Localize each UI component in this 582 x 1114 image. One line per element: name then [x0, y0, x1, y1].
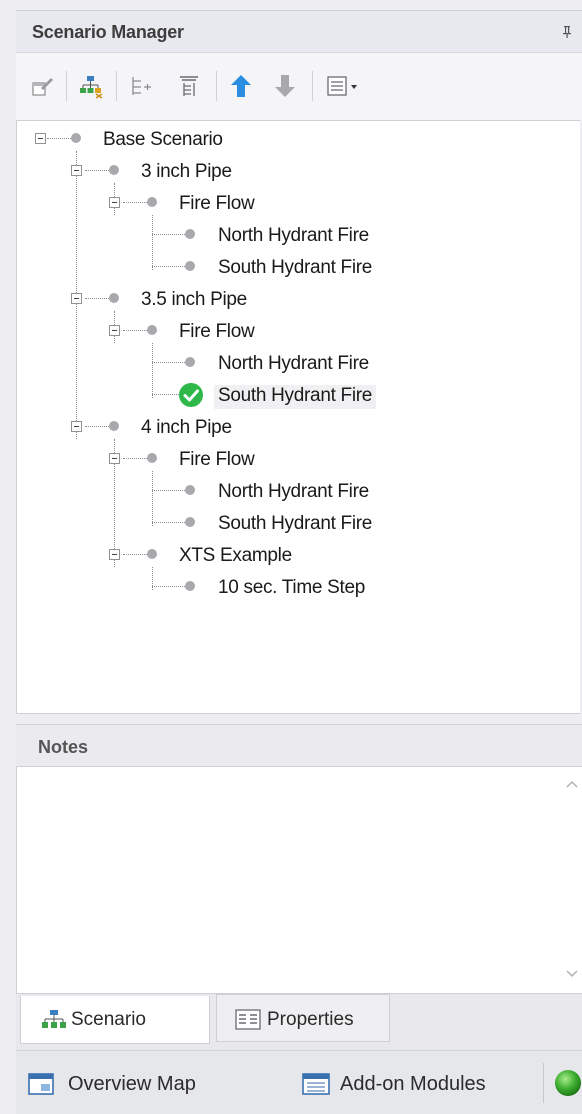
add-on-modules-label: Add-on Modules [340, 1073, 486, 1095]
tree-item-fire-flow[interactable]: Fire Flow [17, 445, 317, 473]
scenario-dot-icon [147, 197, 157, 207]
scenario-dot-icon [109, 293, 119, 303]
filter-tree-icon[interactable] [176, 73, 202, 99]
scenario-dot-icon [147, 325, 157, 335]
tree-item-south-hydrant-fire[interactable]: South Hydrant Fire [17, 253, 417, 281]
view-options-dropdown-icon[interactable] [326, 73, 366, 99]
tree-item-label: Base Scenario [103, 129, 223, 150]
scenario-dot-icon [185, 261, 195, 271]
scenario-tree: Base Scenario 3 inch Pipe Fire Flow Nort… [16, 120, 580, 714]
tab-label: Properties [267, 1009, 354, 1030]
pin-icon[interactable] [562, 25, 572, 39]
tree-item-label: South Hydrant Fire [218, 257, 373, 278]
collapse-toggle-icon[interactable] [109, 197, 120, 208]
tree-item-label: North Hydrant Fire [218, 353, 369, 374]
tree-item-label: XTS Example [179, 545, 292, 566]
scenario-dot-icon [185, 517, 195, 527]
notes-header: Notes [16, 724, 582, 766]
scenario-dot-icon [185, 229, 195, 239]
scenario-dot-icon [109, 421, 119, 431]
tree-item-north-hydrant-fire[interactable]: North Hydrant Fire [17, 477, 417, 505]
toolbar-separator [216, 71, 217, 101]
tree-item-label: Fire Flow [179, 193, 255, 214]
panel-tabs: Scenario Properties [16, 994, 582, 1050]
add-on-modules-icon [302, 1072, 330, 1102]
scenario-toolbar [16, 52, 582, 120]
create-child-scenario-icon[interactable] [78, 73, 104, 99]
tree-item-fire-flow[interactable]: Fire Flow [17, 189, 317, 217]
tree-item-label: North Hydrant Fire [218, 481, 369, 502]
tab-label: Scenario [71, 1009, 146, 1030]
collapse-toggle-icon[interactable] [109, 549, 120, 560]
scenario-dot-icon [71, 133, 81, 143]
tree-item-label: 3 inch Pipe [141, 161, 232, 182]
tree-item-south-hydrant-fire-current[interactable]: South Hydrant Fire [17, 381, 417, 409]
tree-item-fire-flow[interactable]: Fire Flow [17, 317, 317, 345]
scenario-dot-icon [147, 549, 157, 559]
scenario-dot-icon [185, 485, 195, 495]
move-up-arrow-icon[interactable] [228, 73, 254, 99]
tab-scenario[interactable]: Scenario [20, 996, 210, 1044]
add-on-modules-button[interactable]: Add-on Modules [300, 1067, 530, 1099]
tree-item-xts-example[interactable]: XTS Example [17, 541, 317, 569]
tree-item-label: South Hydrant Fire [218, 513, 373, 534]
scenario-dot-icon [109, 165, 119, 175]
tree-item-3-inch-pipe[interactable]: 3 inch Pipe [17, 157, 317, 185]
scroll-down-arrow-icon[interactable] [564, 967, 580, 981]
bottom-bar: Overview Map Add-on Modules [16, 1050, 582, 1114]
collapse-toggle-icon[interactable] [71, 293, 82, 304]
tab-properties[interactable]: Properties [216, 994, 390, 1042]
move-down-arrow-icon[interactable] [272, 73, 298, 99]
tree-item-base-scenario[interactable]: Base Scenario [17, 125, 317, 153]
tree-item-south-hydrant-fire[interactable]: South Hydrant Fire [17, 509, 417, 537]
properties-grid-icon [235, 1009, 261, 1037]
tree-item-label: Fire Flow [179, 449, 255, 470]
tree-item-north-hydrant-fire[interactable]: North Hydrant Fire [17, 349, 417, 377]
collapse-tree-icon[interactable] [128, 73, 154, 99]
tree-item-4-inch-pipe[interactable]: 4 inch Pipe [17, 413, 317, 441]
overview-map-label: Overview Map [68, 1073, 196, 1095]
scenario-dot-icon [185, 581, 195, 591]
collapse-toggle-icon[interactable] [71, 165, 82, 176]
collapse-toggle-icon[interactable] [71, 421, 82, 432]
tree-item-label: 4 inch Pipe [141, 417, 232, 438]
notes-title: Notes [38, 737, 89, 757]
tree-item-label: Fire Flow [179, 321, 255, 342]
collapse-toggle-icon[interactable] [109, 453, 120, 464]
tree-item-label: North Hydrant Fire [218, 225, 369, 246]
tree-item-label: 10 sec. Time Step [218, 577, 365, 598]
current-scenario-check-icon [178, 382, 204, 408]
notes-textarea[interactable] [16, 766, 582, 994]
collapse-toggle-icon[interactable] [35, 133, 46, 144]
bottom-bar-separator [543, 1063, 544, 1103]
tree-item-10-sec-time-step[interactable]: 10 sec. Time Step [17, 573, 417, 601]
toolbar-separator [116, 71, 117, 101]
scenario-tree-icon [41, 1008, 67, 1038]
edit-scenario-icon[interactable] [30, 73, 56, 99]
tree-item-label: South Hydrant Fire [214, 385, 377, 409]
overview-map-icon [28, 1072, 54, 1102]
status-indicator-icon [554, 1069, 582, 1102]
scenario-dot-icon [147, 453, 157, 463]
toolbar-separator [312, 71, 313, 101]
toolbar-separator [66, 71, 67, 101]
tree-item-label: 3.5 inch Pipe [141, 289, 247, 310]
overview-map-button[interactable]: Overview Map [26, 1067, 226, 1099]
scenario-manager-header: Scenario Manager [16, 10, 582, 52]
scenario-dot-icon [185, 357, 195, 367]
tree-item-north-hydrant-fire[interactable]: North Hydrant Fire [17, 221, 417, 249]
tree-item-3-5-inch-pipe[interactable]: 3.5 inch Pipe [17, 285, 317, 313]
panel-title: Scenario Manager [32, 22, 184, 42]
collapse-toggle-icon[interactable] [109, 325, 120, 336]
scroll-up-arrow-icon[interactable] [564, 777, 580, 791]
